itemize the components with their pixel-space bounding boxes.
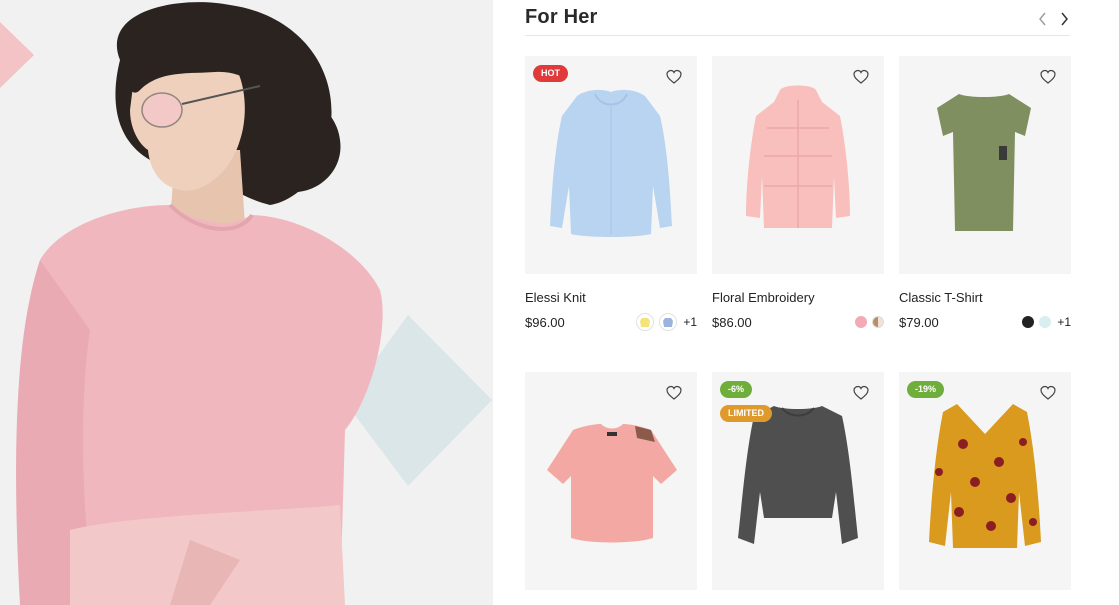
product-card[interactable]: Classic T-Shirt $79.00 +1 xyxy=(899,56,1071,331)
heart-icon[interactable] xyxy=(1040,385,1056,401)
more-colors-count[interactable]: +1 xyxy=(1057,315,1071,329)
product-image[interactable]: HOT xyxy=(525,56,697,274)
color-swatch-pink[interactable] xyxy=(855,316,867,328)
product-image[interactable] xyxy=(712,56,884,274)
product-price: $86.00 xyxy=(712,314,752,330)
color-swatch-beige[interactable] xyxy=(872,316,884,328)
product-card[interactable] xyxy=(525,372,697,590)
product-image[interactable] xyxy=(899,56,1071,274)
discount-badge: -6% xyxy=(720,381,753,398)
floral-blouse-photo xyxy=(929,404,1041,548)
tshirt-photo xyxy=(937,94,1031,231)
product-image[interactable]: -6% LIMITED xyxy=(712,372,884,590)
model-photo xyxy=(0,0,493,605)
color-swatch-black[interactable] xyxy=(1022,316,1035,328)
heart-icon[interactable] xyxy=(666,69,682,85)
product-image[interactable]: -19% xyxy=(899,372,1071,590)
heart-icon[interactable] xyxy=(1040,69,1056,85)
product-card[interactable]: Floral Embroidery $86.00 xyxy=(712,56,884,331)
chevron-left-icon xyxy=(1039,12,1046,26)
product-price: $79.00 xyxy=(899,314,939,330)
discount-badge: -19% xyxy=(907,381,945,398)
section-title: For Her xyxy=(525,6,598,28)
product-name[interactable]: Classic T-Shirt xyxy=(899,290,1071,306)
product-name[interactable]: Floral Embroidery xyxy=(712,290,884,306)
carousel-prev-button[interactable] xyxy=(1034,10,1052,28)
hero-banner-image[interactable] xyxy=(0,0,493,605)
product-price: $96.00 xyxy=(525,314,565,330)
heart-icon[interactable] xyxy=(853,69,869,85)
color-swatch-blue[interactable] xyxy=(659,313,678,331)
heart-icon[interactable] xyxy=(666,385,682,401)
carousel-next-button[interactable] xyxy=(1055,10,1073,28)
puffer-jacket-photo xyxy=(746,85,850,228)
product-card[interactable]: -19% xyxy=(899,372,1071,590)
chevron-right-icon xyxy=(1061,12,1068,26)
section-divider xyxy=(525,35,1070,36)
product-image[interactable] xyxy=(525,372,697,590)
product-card[interactable]: HOT Elessi Knit $96.00 +1 xyxy=(525,56,697,331)
cardigan-photo xyxy=(550,89,672,237)
hot-badge: HOT xyxy=(533,65,568,82)
limited-badge: LIMITED xyxy=(720,405,772,422)
heart-icon[interactable] xyxy=(853,385,869,401)
color-swatch-light-blue[interactable] xyxy=(1039,316,1052,328)
more-colors-count[interactable]: +1 xyxy=(683,315,697,329)
crop-top-photo xyxy=(547,424,677,543)
product-card[interactable]: -6% LIMITED xyxy=(712,372,884,590)
color-swatch-yellow[interactable] xyxy=(636,313,655,331)
product-name[interactable]: Elessi Knit xyxy=(525,290,697,306)
